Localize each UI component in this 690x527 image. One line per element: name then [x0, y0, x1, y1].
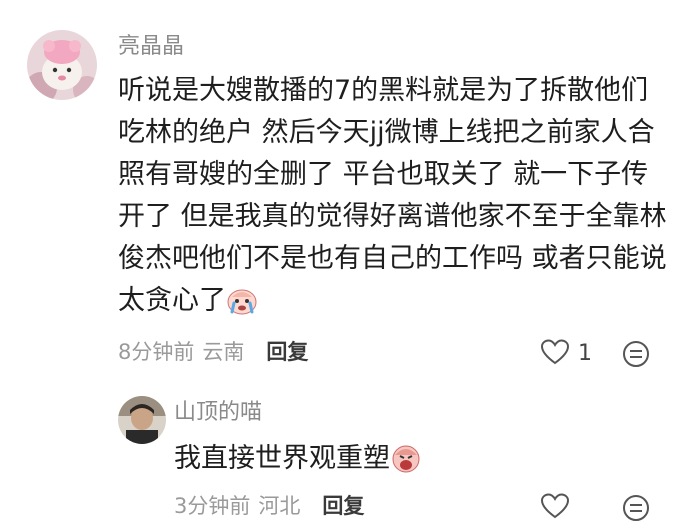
comment-line-text: 我直接世界观重塑	[174, 443, 390, 474]
comment-line-last: 太贪心了	[118, 280, 667, 328]
comment-line: 吃林的绝户 然后今天jj微博上线把之前家人合	[118, 117, 655, 148]
crying-face-emoji-icon	[226, 285, 258, 328]
timestamp: 3分钟前	[174, 494, 251, 518]
comment-text: 听说是大嫂散播的7的黑料就是为了拆散他们 吃林的绝户 然后今天jj微博上线把之前…	[118, 70, 667, 328]
comment-line: 听说是大嫂散播的7的黑料就是为了拆散他们	[118, 75, 649, 106]
heart-icon	[540, 492, 570, 524]
comment-line-last: 我直接世界观重塑	[174, 438, 422, 486]
screaming-face-emoji-icon	[390, 443, 422, 486]
username[interactable]: 山顶的喵	[174, 402, 262, 424]
avatar[interactable]	[118, 396, 166, 444]
comment-line: 照有哥嫂的全删了 平台也取关了 就一下子传	[118, 159, 649, 190]
comment-line-text: 太贪心了	[118, 285, 226, 316]
avatar[interactable]	[27, 30, 97, 100]
comment-text: 我直接世界观重塑	[174, 438, 422, 486]
like-count: 1	[578, 341, 592, 366]
username[interactable]: 亮晶晶	[118, 36, 184, 58]
heart-icon	[540, 338, 570, 370]
reply-button[interactable]: 回复	[266, 342, 308, 363]
reply-button[interactable]: 回复	[322, 496, 364, 517]
like-button[interactable]	[540, 492, 578, 524]
comment-meta: 3分钟前 河北 回复	[174, 496, 364, 517]
comment-meta: 8分钟前 云南 回复	[118, 342, 308, 363]
comment-options-icon[interactable]	[622, 494, 650, 526]
timestamp: 8分钟前	[118, 340, 195, 364]
location: 河北	[258, 494, 301, 518]
like-button[interactable]: 1	[540, 338, 592, 370]
location: 云南	[202, 340, 245, 364]
comment-line: 俊杰吧他们不是也有自己的工作吗 或者只能说	[118, 243, 667, 274]
comment-options-icon[interactable]	[622, 340, 650, 372]
comment-line: 开了 但是我真的觉得好离谱他家不至于全靠林	[118, 201, 667, 232]
